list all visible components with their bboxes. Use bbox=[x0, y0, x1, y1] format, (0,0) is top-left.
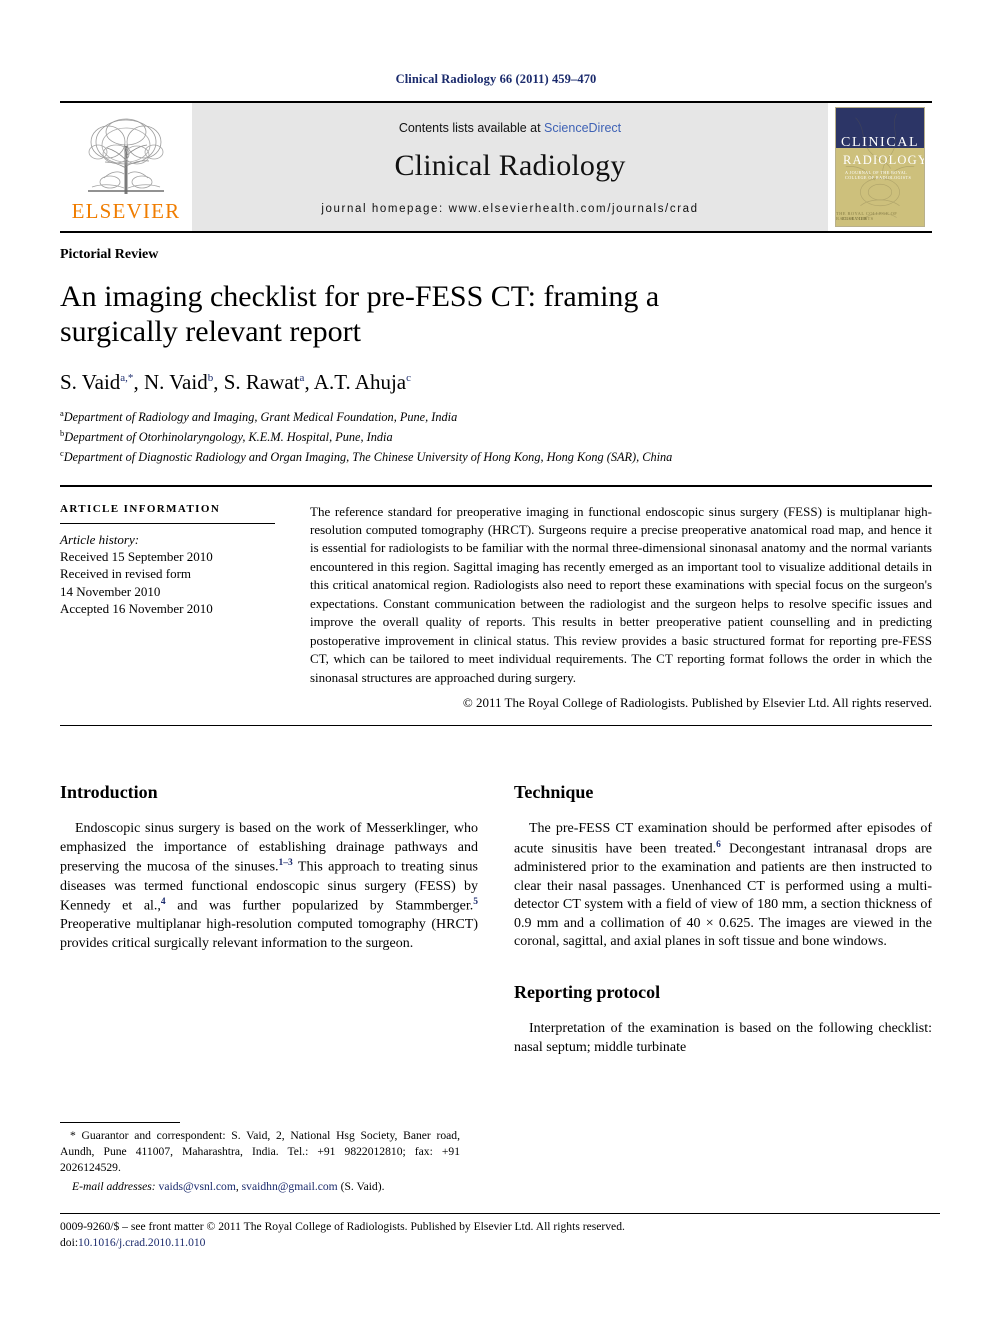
author-entry: S. Rawata bbox=[224, 370, 305, 394]
author-list: S. Vaida,*, N. Vaidb, S. Rawata, A.T. Ah… bbox=[60, 369, 412, 394]
abstract-column: The reference standard for preoperative … bbox=[300, 503, 932, 712]
affiliation-text: Department of Radiology and Imaging, Gra… bbox=[63, 409, 458, 424]
author-entry: S. Vaida,* bbox=[60, 370, 133, 394]
section-heading-technique: Technique bbox=[514, 782, 594, 803]
issn-copyright-line: 0009-9260/$ – see front matter © 2011 Th… bbox=[60, 1220, 625, 1233]
email-address-primary[interactable]: vaids@vsnl.com bbox=[159, 1180, 236, 1193]
article-history-label: Article history: bbox=[60, 531, 140, 547]
author-marks: c bbox=[406, 371, 412, 384]
abstract-copyright: © 2011 The Royal College of Radiologists… bbox=[462, 695, 932, 711]
running-head: Clinical Radiology 66 (2011) 459–470 bbox=[395, 72, 597, 86]
author-entry: A.T. Ahujac bbox=[314, 370, 411, 394]
doi-line: doi:10.1016/j.crad.2010.11.010 bbox=[60, 1235, 940, 1251]
affiliation-text: Department of Diagnostic Radiology and O… bbox=[63, 449, 673, 464]
intro-text-part: Preoperative multiplanar high-resolution… bbox=[60, 917, 478, 952]
author-name: A.T. Ahuja bbox=[313, 369, 407, 394]
article-info-rule bbox=[60, 522, 275, 524]
technique-text-part: Decongestant intranasal drops are admini… bbox=[514, 841, 932, 950]
affiliation-item: aDepartment of Radiology and Imaging, Gr… bbox=[60, 407, 932, 427]
author-marks: a,* bbox=[120, 371, 134, 384]
author-marks: b bbox=[207, 371, 214, 384]
affiliation-list: aDepartment of Radiology and Imaging, Gr… bbox=[60, 407, 932, 467]
cover-line1: CLINICAL bbox=[841, 135, 920, 150]
article-info-heading: ARTICLE INFORMATION bbox=[60, 502, 221, 515]
sciencedirect-link[interactable]: ScienceDirect bbox=[544, 121, 621, 135]
contents-prefix-text: Contents lists available at bbox=[398, 121, 545, 135]
doi-label: doi: bbox=[60, 1235, 79, 1249]
elsevier-wordmark: ELSEVIER bbox=[71, 199, 181, 223]
footnote-rule bbox=[60, 1122, 180, 1123]
reporting-protocol-paragraph: Interpretation of the examination is bas… bbox=[514, 1021, 932, 1055]
email-address-secondary[interactable]: svaidhn@gmail.com bbox=[242, 1180, 338, 1193]
journal-cover-cell: CLINICAL RADIOLOGY A JOURNAL OF THE ROYA… bbox=[828, 103, 932, 231]
intro-text-part: and was further popularized by Stammberg… bbox=[165, 898, 474, 914]
journal-masthead: ELSEVIER Contents lists available at Sci… bbox=[60, 101, 932, 233]
author-marks: a bbox=[299, 371, 305, 384]
technique-paragraph: The pre-FESS CT examination should be pe… bbox=[514, 820, 932, 952]
masthead-center: Contents lists available at ScienceDirec… bbox=[192, 103, 828, 231]
cover-line2: RADIOLOGY bbox=[843, 153, 925, 167]
contents-available-line: Contents lists available at ScienceDirec… bbox=[399, 121, 621, 135]
reference-mark[interactable]: 1–3 bbox=[279, 858, 293, 868]
page-footer: 0009-9260/$ – see front matter © 2011 Th… bbox=[60, 1213, 940, 1250]
affiliation-item: cDepartment of Diagnostic Radiology and … bbox=[60, 447, 932, 467]
body-column-right: Technique The pre-FESS CT examination sh… bbox=[514, 782, 932, 1067]
abstract-text: The reference standard for preoperative … bbox=[310, 503, 932, 685]
article-history-item: Received in revised form bbox=[60, 566, 192, 582]
article-info-abstract-band: ARTICLE INFORMATION Article history: Rec… bbox=[60, 487, 932, 712]
footer-rule bbox=[60, 1213, 940, 1214]
article-history-item: Accepted 16 November 2010 bbox=[60, 601, 213, 617]
correspondence-footnote: * Guarantor and correspondent: S. Vaid, … bbox=[60, 1122, 460, 1195]
journal-article-page: Clinical Radiology 66 (2011) 459–470 ELS… bbox=[0, 0, 992, 1323]
article-history-item: 14 November 2010 bbox=[60, 583, 161, 599]
author-entry: N. Vaidb bbox=[144, 370, 213, 394]
footnote-correspondence-text: * Guarantor and correspondent: S. Vaid, … bbox=[60, 1129, 460, 1174]
elsevier-tree-icon bbox=[74, 112, 178, 200]
article-history-item: Received 15 September 2010 bbox=[60, 548, 213, 564]
author-name: S. Vaid bbox=[60, 369, 121, 394]
article-info-column: ARTICLE INFORMATION Article history: Rec… bbox=[60, 503, 300, 712]
body-column-left: Introduction Endoscopic sinus surgery is… bbox=[60, 782, 478, 1067]
affiliation-item: bDepartment of Otorhinolaryngology, K.E.… bbox=[60, 427, 932, 447]
author-name: S. Rawat bbox=[223, 369, 300, 394]
reference-mark[interactable]: 5 bbox=[473, 897, 478, 907]
affiliation-text: Department of Otorhinolaryngology, K.E.M… bbox=[64, 429, 393, 444]
article-body: Introduction Endoscopic sinus surgery is… bbox=[60, 726, 932, 1067]
journal-homepage-link[interactable]: journal homepage: www.elsevierhealth.com… bbox=[321, 203, 698, 215]
introduction-paragraph: Endoscopic sinus surgery is based on the… bbox=[60, 820, 478, 954]
elsevier-logo: ELSEVIER bbox=[60, 103, 192, 231]
cover-brand-right: THE ROYAL COLLEGE OF RADIOLOGISTS bbox=[836, 211, 898, 221]
article-header: Pictorial Review An imaging checklist fo… bbox=[60, 233, 932, 467]
cover-subtitle: A JOURNAL OF THE ROYAL COLLEGE OF RADIOL… bbox=[845, 170, 912, 180]
journal-title: Clinical Radiology bbox=[394, 149, 626, 182]
doi-value[interactable]: 10.1016/j.crad.2010.11.010 bbox=[78, 1236, 205, 1249]
section-heading-introduction: Introduction bbox=[60, 782, 158, 803]
article-type-label: Pictorial Review bbox=[60, 247, 159, 262]
page-title: An imaging checklist for pre-FESS CT: fr… bbox=[60, 280, 660, 349]
email-label: E-mail addresses: bbox=[72, 1180, 156, 1194]
section-heading-reporting-protocol: Reporting protocol bbox=[514, 982, 661, 1002]
journal-cover-thumbnail: CLINICAL RADIOLOGY A JOURNAL OF THE ROYA… bbox=[835, 107, 925, 227]
author-name: N. Vaid bbox=[143, 369, 208, 394]
email-suffix: (S. Vaid). bbox=[337, 1180, 385, 1194]
footnote-email-line: E-mail addresses: vaids@vsnl.com, svaidh… bbox=[60, 1179, 460, 1195]
